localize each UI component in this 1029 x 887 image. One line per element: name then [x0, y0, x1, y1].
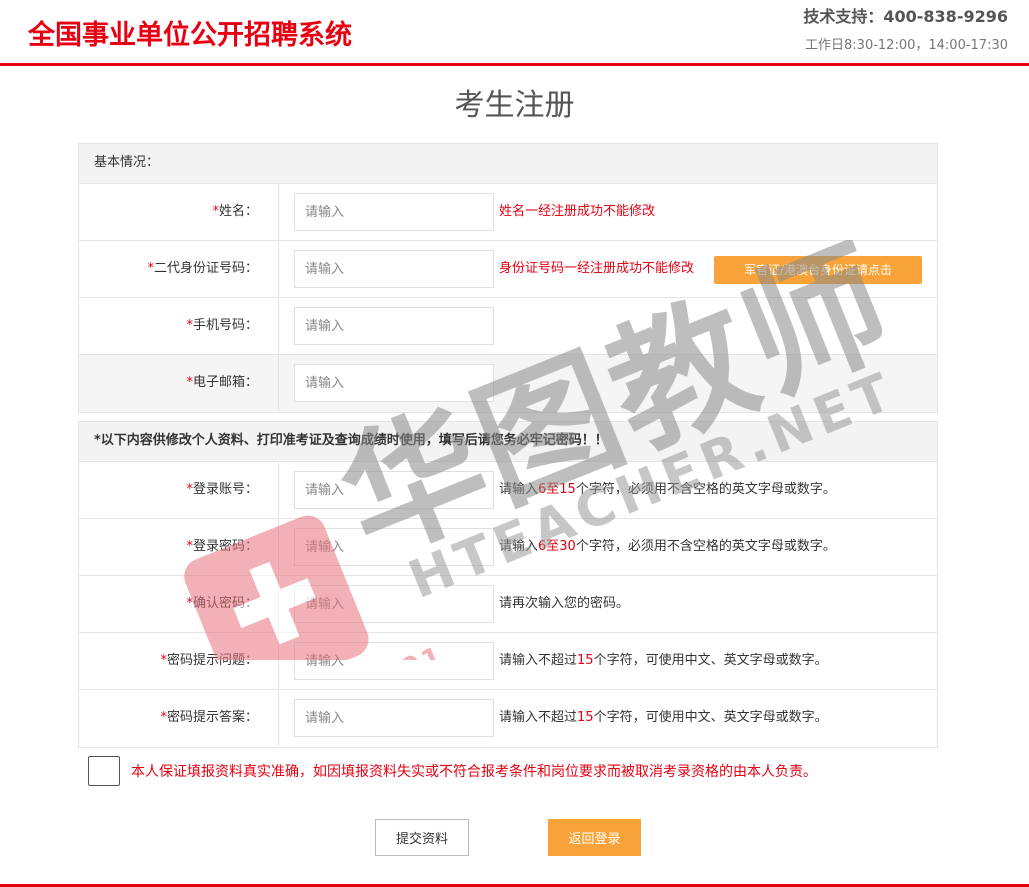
confirm-password-input[interactable] [294, 585, 494, 623]
password-label: *登录密码： [79, 519, 279, 575]
username-label: *登录账号： [79, 462, 279, 518]
security-answer-input[interactable] [294, 699, 494, 737]
security-answer-hint: 请输入不超过15个字符，可使用中文、英文字母或数字。 [499, 710, 828, 725]
basic-info-section: 基本情况： *姓名： 姓名一经注册成功不能修改 *二代身份证号码： 身份证号码一… [78, 143, 938, 413]
security-answer-label: *密码提示答案： [79, 690, 279, 746]
username-hint: 请输入6至15个字符，必须用不含空格的英文字母或数字。 [499, 482, 836, 497]
id-number-hint: 身份证号码一经注册成功不能修改 [499, 261, 695, 276]
confirm-password-hint: 请再次输入您的密码。 [499, 596, 630, 611]
username-input[interactable] [294, 471, 494, 509]
password-input[interactable] [294, 528, 494, 566]
other-id-button[interactable]: 军官证/港澳台身份证请点击 [714, 256, 922, 284]
security-question-hint: 请输入不超过15个字符，可使用中文、英文字母或数字。 [499, 653, 828, 668]
support-hours: 工作日8:30-12:00，14:00-17:30 [805, 38, 1008, 53]
agreement-row: 本人保证填报资料真实准确，如因填报资料失实或不符合报考条件和岗位要求而被取消考录… [88, 756, 948, 786]
page-title: 考生注册 [454, 88, 575, 123]
id-number-row: *二代身份证号码： 身份证号码一经注册成功不能修改 军官证/港澳台身份证请点击 [79, 241, 937, 298]
submit-button[interactable]: 提交资料 [375, 819, 469, 856]
password-row: *登录密码： 请输入6至30个字符，必须用不含空格的英文字母或数字。 [79, 519, 937, 576]
name-input[interactable] [294, 193, 494, 231]
id-number-input[interactable] [294, 250, 494, 288]
name-hint: 姓名一经注册成功不能修改 [499, 204, 656, 219]
security-question-input[interactable] [294, 642, 494, 680]
phone-label: *手机号码： [79, 298, 279, 354]
agreement-text: 本人保证填报资料真实准确，如因填报资料失实或不符合报考条件和岗位要求而被取消考录… [131, 764, 817, 780]
security-question-row: *密码提示问题： 请输入不超过15个字符，可使用中文、英文字母或数字。 [79, 633, 937, 690]
page-header: 全国事业单位公开招聘系统 技术支持：400-838-9296 工作日8:30-1… [0, 0, 1029, 66]
account-info-heading: *以下内容供修改个人资料、打印准考证及查询成绩时使用，填写后请您务必牢记密码！！ [79, 422, 937, 462]
id-number-label: *二代身份证号码： [79, 241, 279, 297]
email-input[interactable] [294, 364, 494, 402]
phone-input[interactable] [294, 307, 494, 345]
username-row: *登录账号： 请输入6至15个字符，必须用不含空格的英文字母或数字。 [79, 462, 937, 519]
confirm-password-label: *确认密码： [79, 576, 279, 632]
security-answer-row: *密码提示答案： 请输入不超过15个字符，可使用中文、英文字母或数字。 [79, 690, 937, 747]
account-info-section: *以下内容供修改个人资料、打印准考证及查询成绩时使用，填写后请您务必牢记密码！！… [78, 421, 938, 748]
agreement-checkbox[interactable] [88, 756, 120, 786]
confirm-password-row: *确认密码： 请再次输入您的密码。 [79, 576, 937, 633]
support-phone: 技术支持：400-838-9296 [803, 7, 1008, 26]
back-to-login-button[interactable]: 返回登录 [548, 819, 641, 856]
name-label: *姓名： [79, 184, 279, 240]
security-question-label: *密码提示问题： [79, 633, 279, 689]
basic-info-heading: 基本情况： [79, 144, 937, 184]
email-label: *电子邮箱： [79, 355, 279, 411]
phone-row: *手机号码： [79, 298, 937, 355]
name-row: *姓名： 姓名一经注册成功不能修改 [79, 184, 937, 241]
email-row: *电子邮箱： [79, 355, 937, 412]
site-title: 全国事业单位公开招聘系统 [28, 20, 352, 51]
password-hint: 请输入6至30个字符，必须用不含空格的英文字母或数字。 [499, 539, 836, 554]
